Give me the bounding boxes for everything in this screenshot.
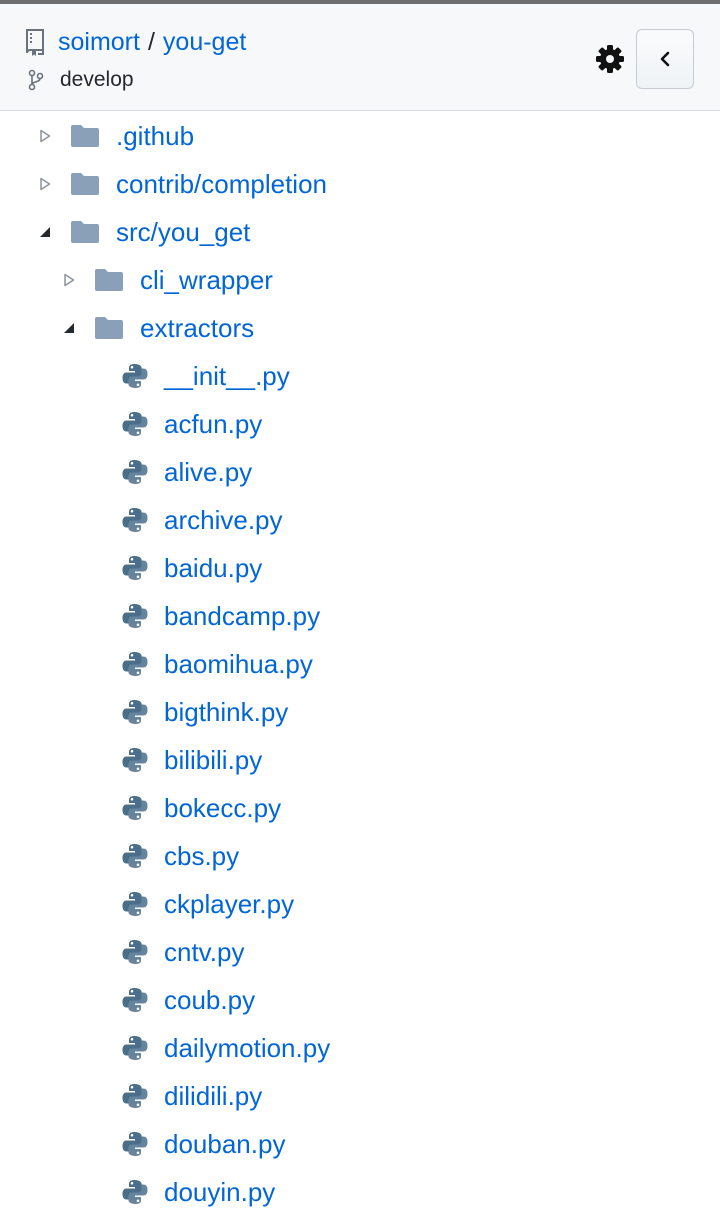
tree-file-item[interactable]: ckplayer.py xyxy=(122,880,294,928)
file-name[interactable]: __init__.py xyxy=(164,361,290,392)
python-file-icon xyxy=(122,508,148,532)
file-name[interactable]: ckplayer.py xyxy=(164,889,294,920)
python-file-icon xyxy=(122,412,148,436)
file-name[interactable]: bandcamp.py xyxy=(164,601,320,632)
file-name[interactable]: cbs.py xyxy=(164,841,239,872)
tree-file-item[interactable]: dailymotion.py xyxy=(122,1024,330,1072)
tree-file-item[interactable]: __init__.py xyxy=(122,352,290,400)
folder-name[interactable]: cli_wrapper xyxy=(140,265,273,296)
folder-name[interactable]: contrib/completion xyxy=(116,169,327,200)
file-name[interactable]: acfun.py xyxy=(164,409,262,440)
python-file-icon xyxy=(122,700,148,724)
branch-name: develop xyxy=(60,68,134,91)
python-file-icon xyxy=(122,364,148,388)
tree-folder-item[interactable]: extractors xyxy=(62,304,254,352)
gear-icon xyxy=(596,45,624,73)
folder-icon xyxy=(95,269,123,291)
repo-breadcrumb: soimort / you-get xyxy=(24,26,246,58)
tree-file-item[interactable]: bokecc.py xyxy=(122,784,281,832)
collapsed-triangle-icon[interactable] xyxy=(38,129,52,143)
tree-file-item[interactable]: coub.py xyxy=(122,976,255,1024)
tree-file-item[interactable]: cntv.py xyxy=(122,928,244,976)
tree-file-item[interactable]: douyin.py xyxy=(122,1168,275,1216)
tree-file-item[interactable]: archive.py xyxy=(122,496,283,544)
file-name[interactable]: douban.py xyxy=(164,1129,285,1160)
tree-file-item[interactable]: dilidili.py xyxy=(122,1072,262,1120)
python-file-icon xyxy=(122,796,148,820)
expanded-triangle-icon[interactable] xyxy=(38,225,52,239)
python-file-icon xyxy=(122,460,148,484)
tree-file-item[interactable]: baidu.py xyxy=(122,544,262,592)
settings-button[interactable] xyxy=(593,42,627,76)
file-name[interactable]: cntv.py xyxy=(164,937,244,968)
python-file-icon xyxy=(122,748,148,772)
tree-file-item[interactable]: alive.py xyxy=(122,448,252,496)
file-name[interactable]: coub.py xyxy=(164,985,255,1016)
file-name[interactable]: alive.py xyxy=(164,457,252,488)
python-file-icon xyxy=(122,988,148,1012)
file-name[interactable]: bokecc.py xyxy=(164,793,281,824)
tree-file-item[interactable]: bandcamp.py xyxy=(122,592,320,640)
python-file-icon xyxy=(122,892,148,916)
collapsed-triangle-icon[interactable] xyxy=(38,177,52,191)
python-file-icon xyxy=(122,1036,148,1060)
repo-icon xyxy=(26,29,44,56)
branch-indicator: develop xyxy=(28,66,134,94)
folder-name[interactable]: .github xyxy=(116,121,194,152)
file-name[interactable]: bilibili.py xyxy=(164,745,262,776)
tree-file-item[interactable]: cbs.py xyxy=(122,832,239,880)
python-file-icon xyxy=(122,940,148,964)
folder-icon xyxy=(71,125,99,147)
python-file-icon xyxy=(122,1084,148,1108)
file-name[interactable]: baomihua.py xyxy=(164,649,313,680)
git-branch-icon xyxy=(28,69,44,91)
file-name[interactable]: douyin.py xyxy=(164,1177,275,1208)
file-name[interactable]: archive.py xyxy=(164,505,283,536)
tree-file-item[interactable]: acfun.py xyxy=(122,400,262,448)
tree-folder-item[interactable]: cli_wrapper xyxy=(62,256,273,304)
breadcrumb-separator: / xyxy=(147,27,155,56)
python-file-icon xyxy=(122,1180,148,1204)
repo-owner-link[interactable]: soimort xyxy=(58,28,140,57)
chevron-left-icon xyxy=(660,51,670,67)
tree-file-item[interactable]: bigthink.py xyxy=(122,688,288,736)
file-name[interactable]: dailymotion.py xyxy=(164,1033,330,1064)
tree-folder-item[interactable]: contrib/completion xyxy=(38,160,327,208)
folder-icon xyxy=(71,221,99,243)
collapse-sidebar-button[interactable] xyxy=(636,29,694,89)
python-file-icon xyxy=(122,652,148,676)
folder-icon xyxy=(95,317,123,339)
file-name[interactable]: baidu.py xyxy=(164,553,262,584)
tree-folder-item[interactable]: src/you_get xyxy=(38,208,250,256)
repo-header: soimort / you-get develop xyxy=(0,4,720,111)
folder-icon xyxy=(71,173,99,195)
tree-file-item[interactable]: douban.py xyxy=(122,1120,285,1168)
python-file-icon xyxy=(122,844,148,868)
file-name[interactable]: dilidili.py xyxy=(164,1081,262,1112)
folder-name[interactable]: src/you_get xyxy=(116,217,250,248)
tree-file-item[interactable]: bilibili.py xyxy=(122,736,262,784)
collapsed-triangle-icon[interactable] xyxy=(62,273,76,287)
python-file-icon xyxy=(122,604,148,628)
expanded-triangle-icon[interactable] xyxy=(62,321,76,335)
tree-folder-item[interactable]: .github xyxy=(38,112,194,160)
folder-name[interactable]: extractors xyxy=(140,313,254,344)
python-file-icon xyxy=(122,556,148,580)
repo-name-link[interactable]: you-get xyxy=(163,28,246,57)
tree-file-item[interactable]: baomihua.py xyxy=(122,640,313,688)
python-file-icon xyxy=(122,1132,148,1156)
file-name[interactable]: bigthink.py xyxy=(164,697,288,728)
